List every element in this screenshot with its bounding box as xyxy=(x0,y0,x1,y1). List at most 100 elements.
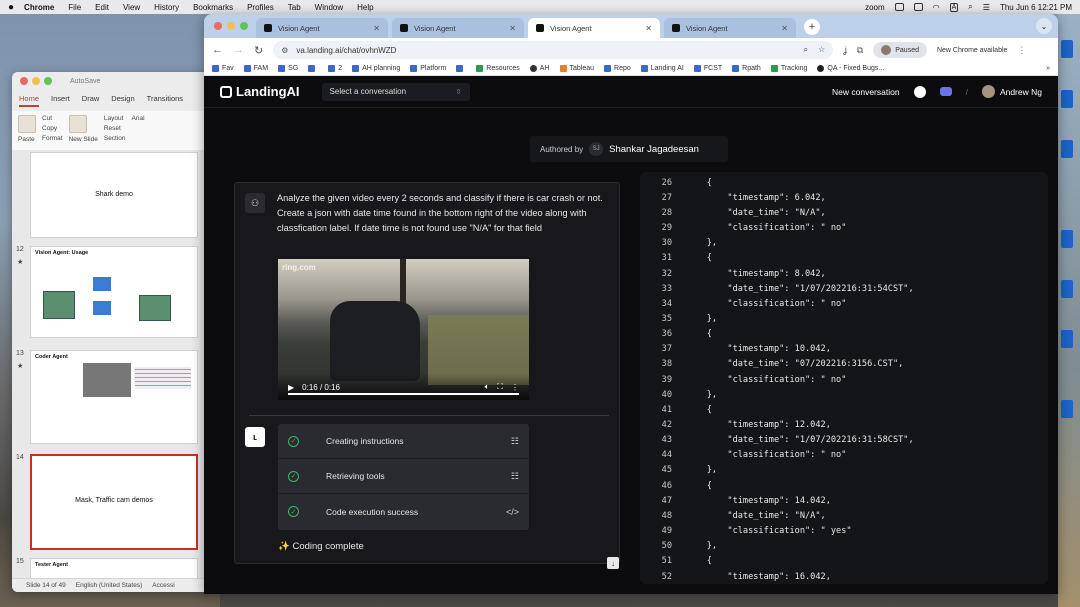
browser-tab[interactable]: Vision Agent ✕ xyxy=(256,18,388,38)
play-icon[interactable]: ▶ xyxy=(288,383,294,392)
bookmark-item[interactable]: FCST xyxy=(693,65,722,72)
spotlight-icon[interactable]: ⌕ xyxy=(968,2,972,12)
slide-thumbnail[interactable]: Shark demo xyxy=(30,152,198,238)
bookmark-item[interactable]: AH planning xyxy=(352,65,400,72)
conversation-select[interactable]: Select a conversation ⇳ xyxy=(321,82,470,101)
ppt-tab-draw[interactable]: Draw xyxy=(82,94,100,107)
desktop-file-icon[interactable] xyxy=(1061,40,1073,58)
ppt-tab-insert[interactable]: Insert xyxy=(51,94,70,107)
slide-thumbnail[interactable]: Vision Agent: Usage xyxy=(30,246,198,338)
ppt-tab-transitions[interactable]: Transitions xyxy=(147,94,183,107)
slide-thumbnail-row[interactable]: 12 ★ Vision Agent: Usage xyxy=(12,246,212,340)
display-icon[interactable] xyxy=(894,3,904,11)
menu-bookmarks[interactable]: Bookmarks xyxy=(193,3,233,12)
github-icon[interactable] xyxy=(913,85,926,98)
menu-view[interactable]: View xyxy=(123,3,140,12)
format-painter-button[interactable]: Format xyxy=(42,135,63,142)
list-icon[interactable]: ☷ xyxy=(511,436,519,447)
close-window-button[interactable] xyxy=(214,22,222,30)
new-chrome-available-button[interactable]: New Chrome available xyxy=(937,47,1007,54)
close-tab-icon[interactable]: ✕ xyxy=(645,24,652,33)
minimize-window-button[interactable] xyxy=(227,22,235,30)
input-source-icon[interactable]: A xyxy=(949,2,959,12)
step-code-execution[interactable]: ✓ Code execution success </> xyxy=(278,494,529,529)
volume-icon[interactable]: 🔈︎ xyxy=(485,382,490,392)
apple-icon[interactable]: ● xyxy=(8,2,14,13)
control-center-icon[interactable]: ☰ xyxy=(983,3,990,12)
zoom-window-button[interactable] xyxy=(240,22,248,30)
more-bookmarks-icon[interactable]: » xyxy=(1046,65,1050,72)
slide-thumbnail-row[interactable]: 13 ★ Coder Agent xyxy=(12,350,212,446)
bookmark-item[interactable]: SG xyxy=(278,65,298,72)
menu-help[interactable]: Help xyxy=(357,3,373,12)
bookmark-item[interactable]: Rpath xyxy=(732,65,761,72)
bookmark-item[interactable]: Resources xyxy=(476,65,520,72)
close-tab-icon[interactable]: ✕ xyxy=(781,24,788,33)
scroll-down-arrow-icon[interactable]: ↓ xyxy=(607,557,619,569)
desktop-file-icon[interactable] xyxy=(1061,90,1073,108)
extension-icon[interactable]: ʝ xyxy=(843,45,847,55)
new-slide-group[interactable]: New Slide xyxy=(68,115,98,148)
slide-thumbnail[interactable]: Coder Agent xyxy=(30,350,198,444)
slide-thumbnail-row[interactable]: Shark demo xyxy=(12,152,212,240)
slide-thumbnail-row[interactable]: 14 Mask, Traffic cam demos xyxy=(12,454,212,552)
bookmark-item[interactable]: Tableau xyxy=(559,65,594,72)
video-progress-bar[interactable] xyxy=(288,393,519,395)
menu-app-name[interactable]: Chrome xyxy=(24,3,54,12)
ppt-tab-home[interactable]: Home xyxy=(19,94,40,107)
step-retrieving-tools[interactable]: ✓ Retrieving tools ☷ xyxy=(278,459,529,494)
fullscreen-icon[interactable]: ⛶ xyxy=(497,382,503,392)
language-indicator[interactable]: English (United States) xyxy=(76,582,142,589)
slide-thumbnail-selected[interactable]: Mask, Traffic cam demos xyxy=(30,454,198,550)
minimize-window-button[interactable] xyxy=(32,77,40,85)
user-menu[interactable]: Andrew Ng xyxy=(981,85,1042,98)
slide-thumbnails-pane[interactable]: Shark demo 12 ★ Vision Agent: Usage 13 ★… xyxy=(12,150,212,578)
slide-thumbnail-row[interactable]: 15 Tester Agent xyxy=(12,558,212,578)
menu-window[interactable]: Window xyxy=(315,3,343,12)
browser-tab[interactable]: Vision Agent ✕ xyxy=(664,18,796,38)
list-icon[interactable]: ☷ xyxy=(511,471,519,482)
menu-file[interactable]: File xyxy=(68,3,81,12)
code-icon[interactable]: </> xyxy=(506,507,519,517)
close-window-button[interactable] xyxy=(20,77,28,85)
battery-icon[interactable] xyxy=(913,3,923,11)
close-tab-icon[interactable]: ✕ xyxy=(509,24,516,33)
bookmark-star-icon[interactable]: ☆ xyxy=(818,45,825,55)
bookmark-item[interactable]: Platform xyxy=(410,65,446,72)
step-creating-instructions[interactable]: ✓ Creating instructions ☷ xyxy=(278,424,529,459)
back-arrow-icon[interactable]: ← xyxy=(212,44,223,56)
menu-edit[interactable]: Edit xyxy=(95,3,109,12)
tab-search-chevron-icon[interactable]: ⌄ xyxy=(1036,18,1052,34)
new-conversation-button[interactable]: New conversation xyxy=(832,87,900,97)
browser-tab-active[interactable]: Vision Agent ✕ xyxy=(528,18,660,38)
bookmark-item[interactable]: QA - Fixed Bugs... xyxy=(817,65,884,72)
more-options-icon[interactable]: ⋮ xyxy=(511,383,519,392)
bookmark-item[interactable]: 2 xyxy=(328,65,342,72)
menu-history[interactable]: History xyxy=(154,3,179,12)
cut-button[interactable]: Cut xyxy=(42,115,63,122)
menu-profiles[interactable]: Profiles xyxy=(247,3,274,12)
browser-tab[interactable]: Vision Agent ✕ xyxy=(392,18,524,38)
desktop-file-icon[interactable] xyxy=(1061,230,1073,248)
extensions-puzzle-icon[interactable]: ⧉ xyxy=(857,45,863,56)
slide-thumbnail[interactable]: Tester Agent xyxy=(30,558,198,578)
bookmark-item[interactable]: Landing AI xyxy=(640,65,684,72)
url-text[interactable]: va.landing.ai/chat/ovhnWZD xyxy=(296,46,396,55)
code-output-panel[interactable]: 26 {27 "timestamp": 6.042, 28 "date_time"… xyxy=(640,172,1048,584)
close-tab-icon[interactable]: ✕ xyxy=(373,24,380,33)
section-button[interactable]: Section xyxy=(104,135,126,142)
bookmark-item[interactable]: FAM xyxy=(243,65,268,72)
copy-button[interactable]: Copy xyxy=(42,125,63,132)
bookmark-item[interactable] xyxy=(308,65,318,72)
address-bar[interactable]: ⚙ va.landing.ai/chat/ovhnWZD ⌕ ☆ xyxy=(273,41,834,59)
menu-tab[interactable]: Tab xyxy=(288,3,301,12)
kebab-menu-icon[interactable]: ⋮ xyxy=(1017,45,1026,56)
desktop-file-icon[interactable] xyxy=(1061,140,1073,158)
font-select[interactable]: Arial xyxy=(132,115,145,122)
desktop-file-icon[interactable] xyxy=(1061,330,1073,348)
desktop-file-icon[interactable] xyxy=(1061,400,1073,418)
reset-button[interactable]: Reset xyxy=(104,125,126,132)
menubar-datetime[interactable]: Thu Jun 6 12:21 PM xyxy=(1000,3,1072,12)
bookmark-item[interactable]: Repo xyxy=(604,65,631,72)
bookmark-item[interactable] xyxy=(456,65,466,72)
